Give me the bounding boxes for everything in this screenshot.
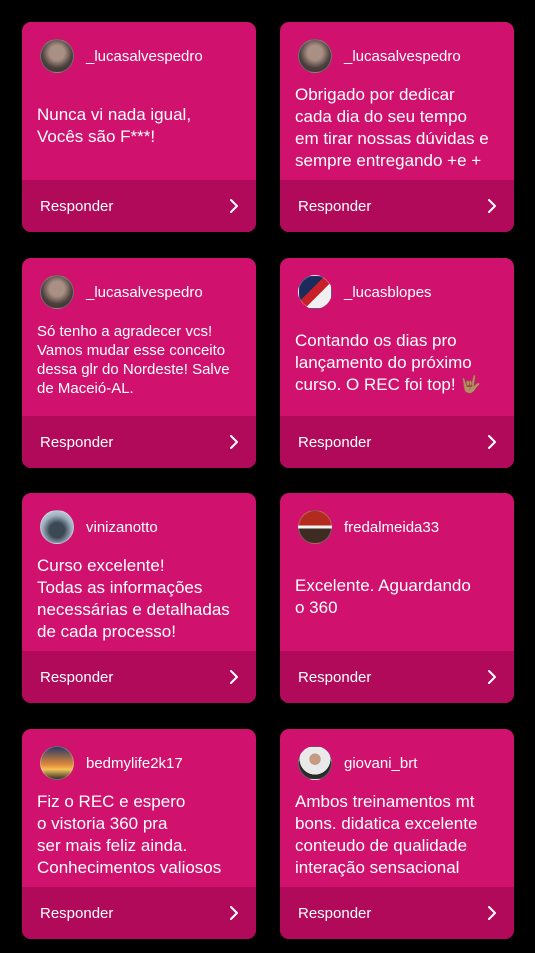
reply-label: Responder (40, 197, 114, 215)
comment-text: Excelente. Aguardando o 360 (295, 576, 471, 617)
chevron-right-icon (230, 670, 238, 684)
reply-label: Responder (40, 433, 114, 451)
comment-card: bedmylife2k17 Fiz o REC e espero o visto… (22, 729, 256, 939)
chevron-right-icon (488, 670, 496, 684)
reply-button[interactable]: Responder (22, 887, 256, 939)
username[interactable]: fredalmeida33 (344, 519, 439, 536)
card-header: bedmylife2k17 (40, 745, 246, 781)
comment-card: vinizanotto Curso excelente! Todas as in… (22, 493, 256, 703)
avatar[interactable] (40, 39, 74, 73)
comment-text: Nunca vi nada igual, Vocês são F***! (37, 105, 192, 146)
username[interactable]: bedmylife2k17 (86, 755, 183, 772)
username[interactable]: vinizanotto (86, 519, 158, 536)
card-header: _lucasalvespedro (40, 274, 246, 310)
card-header: giovani_brt (298, 745, 504, 781)
comment-text: Ambos treinamentos mt bons. didatica exc… (295, 792, 478, 877)
reply-label: Responder (40, 668, 114, 686)
avatar[interactable] (40, 510, 74, 544)
reply-button[interactable]: Responder (22, 180, 256, 232)
reply-label: Responder (298, 433, 372, 451)
card-header: _lucasblopes (298, 274, 504, 310)
reply-label: Responder (40, 904, 114, 922)
username[interactable]: _lucasalvespedro (86, 284, 203, 301)
comment-text: Obrigado por dedicar cada dia do seu tem… (295, 85, 489, 170)
comment-text: Contando os dias pro lançamento do próxi… (295, 331, 482, 394)
reply-label: Responder (298, 668, 372, 686)
reply-button[interactable]: Responder (22, 651, 256, 703)
avatar[interactable] (298, 746, 332, 780)
avatar[interactable] (40, 275, 74, 309)
chevron-right-icon (488, 435, 496, 449)
reply-button[interactable]: Responder (280, 651, 514, 703)
chevron-right-icon (230, 435, 238, 449)
card-header: fredalmeida33 (298, 509, 504, 545)
chevron-right-icon (230, 906, 238, 920)
comment-card: _lucasalvespedro Obrigado por dedicar ca… (280, 22, 514, 232)
avatar[interactable] (298, 39, 332, 73)
comment-card: _lucasalvespedro Só tenho a agradecer vc… (22, 258, 256, 468)
comment-card: _lucasblopes Contando os dias pro lançam… (280, 258, 514, 468)
username[interactable]: _lucasalvespedro (86, 48, 203, 65)
reply-label: Responder (298, 904, 372, 922)
reply-button[interactable]: Responder (280, 887, 514, 939)
chevron-right-icon (488, 906, 496, 920)
reply-button[interactable]: Responder (280, 416, 514, 468)
reply-button[interactable]: Responder (280, 180, 514, 232)
username[interactable]: giovani_brt (344, 755, 417, 772)
reply-label: Responder (298, 197, 372, 215)
chevron-right-icon (230, 199, 238, 213)
username[interactable]: _lucasblopes (344, 284, 432, 301)
card-header: _lucasalvespedro (40, 38, 246, 74)
comment-card: fredalmeida33 Excelente. Aguardando o 36… (280, 493, 514, 703)
comment-text: Curso excelente! Todas as informações ne… (37, 556, 230, 641)
comment-card: _lucasalvespedro Nunca vi nada igual, Vo… (22, 22, 256, 232)
card-header: vinizanotto (40, 509, 246, 545)
card-header: _lucasalvespedro (298, 38, 504, 74)
avatar[interactable] (40, 746, 74, 780)
reply-button[interactable]: Responder (22, 416, 256, 468)
comment-card: giovani_brt Ambos treinamentos mt bons. … (280, 729, 514, 939)
avatar[interactable] (298, 275, 332, 309)
avatar[interactable] (298, 510, 332, 544)
comment-text: Fiz o REC e espero o vistoria 360 pra se… (37, 792, 222, 877)
chevron-right-icon (488, 199, 496, 213)
username[interactable]: _lucasalvespedro (344, 48, 461, 65)
comment-text: Só tenho a agradecer vcs! Vamos mudar es… (37, 323, 230, 397)
